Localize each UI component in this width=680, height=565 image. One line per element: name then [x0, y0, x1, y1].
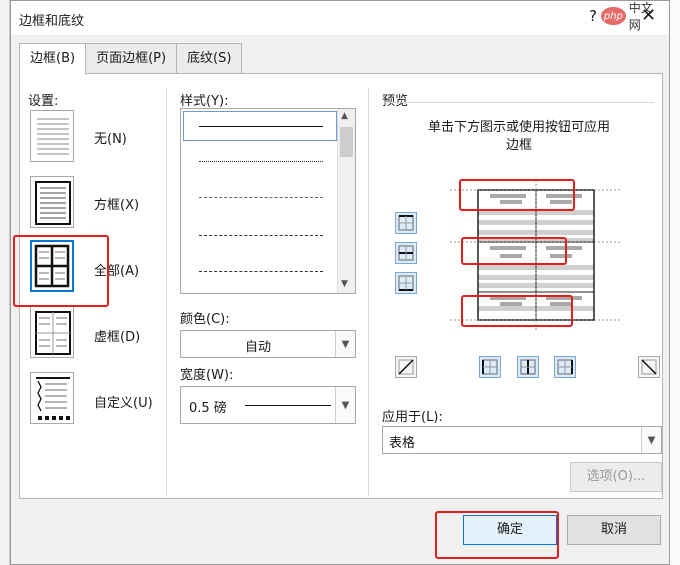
setting-grid-label[interactable]: 虚框(D): [94, 326, 140, 345]
line-style-solid[interactable]: [199, 126, 323, 127]
apply-to-label: 应用于(L):: [382, 410, 443, 425]
settings-label: 设置:: [28, 94, 59, 109]
diagonal-down-border-button[interactable]: [638, 356, 660, 378]
close-button[interactable]: ✕: [641, 5, 656, 26]
width-dropdown[interactable]: 0.5 磅 ▼: [180, 386, 356, 424]
left-border-button[interactable]: [479, 356, 501, 378]
color-value: 自动: [245, 340, 272, 355]
setting-none-icon[interactable]: [30, 110, 74, 162]
apply-to-value: 表格: [389, 436, 416, 451]
setting-custom-icon[interactable]: [30, 372, 74, 424]
setting-box-icon[interactable]: [30, 176, 74, 228]
separator-right: [368, 88, 369, 496]
chevron-down-icon[interactable]: ▼: [335, 387, 355, 423]
color-dropdown[interactable]: 自动 ▼: [180, 330, 356, 358]
width-label: 宽度(W):: [180, 368, 234, 383]
style-label: 样式(Y):: [180, 94, 229, 109]
ok-button[interactable]: 确定: [463, 515, 557, 545]
tab-strip: 边框(B) 页面边框(P) 底纹(S): [19, 43, 243, 74]
apply-to-dropdown[interactable]: 表格 ▼: [382, 426, 662, 454]
style-list-scrollbar[interactable]: ▲ ▼: [337, 109, 355, 293]
right-border-button[interactable]: [554, 356, 576, 378]
options-button[interactable]: 选项(O)...: [570, 462, 662, 492]
help-button[interactable]: ?: [589, 7, 597, 25]
borders-shading-dialog: 边框和底纹 ? php 中文网 ✕ 边框(B) 页面边框(P) 底纹(S) 设置…: [10, 0, 670, 565]
dialog-title: 边框和底纹: [19, 14, 85, 29]
scroll-thumb[interactable]: [340, 127, 353, 157]
bottom-border-button[interactable]: [395, 272, 417, 294]
cancel-button[interactable]: 取消: [567, 515, 661, 545]
width-value: 0.5 磅: [189, 401, 227, 416]
title-bar: 边框和底纹 ? php 中文网 ✕: [11, 1, 669, 35]
setting-box-label[interactable]: 方框(X): [94, 194, 139, 213]
color-label: 颜色(C):: [180, 312, 230, 327]
line-style-list[interactable]: ▲ ▼: [180, 108, 356, 294]
top-border-button[interactable]: [395, 212, 417, 234]
preview-header-line: [384, 102, 654, 103]
line-style-dashed[interactable]: [199, 235, 323, 236]
setting-grid-icon[interactable]: [30, 306, 74, 358]
line-style-dash-dot[interactable]: [199, 271, 323, 272]
inside-horizontal-border-button[interactable]: [395, 242, 417, 264]
preview-label: 预览: [382, 94, 409, 109]
chevron-down-icon[interactable]: ▼: [641, 427, 661, 453]
scroll-up-icon[interactable]: ▲: [341, 111, 348, 121]
separator-left: [166, 88, 167, 496]
tab-borders[interactable]: 边框(B): [19, 43, 87, 74]
watermark-php: php: [601, 7, 626, 25]
line-style-dotted[interactable]: [199, 161, 323, 162]
chevron-down-icon[interactable]: ▼: [335, 331, 355, 357]
tab-page-border[interactable]: 页面边框(P): [85, 43, 178, 73]
diagonal-up-border-button[interactable]: [395, 356, 417, 378]
scroll-down-icon[interactable]: ▼: [341, 279, 348, 289]
borders-tab-panel: 设置: 无(N) 方框(X) 全部(A) 虚框(D) 自定义(U) 样式(Y):…: [19, 73, 663, 499]
tab-shading[interactable]: 底纹(S): [176, 43, 243, 73]
preview-hint-line2: 边框: [505, 138, 532, 153]
preview-hint-line1: 单击下方图示或使用按钮可应用: [427, 120, 610, 135]
setting-none-label[interactable]: 无(N): [94, 128, 127, 147]
setting-all-label[interactable]: 全部(A): [94, 260, 139, 279]
setting-custom-label[interactable]: 自定义(U): [94, 392, 153, 411]
setting-all-icon[interactable]: [30, 240, 74, 292]
width-sample-line: [245, 405, 331, 406]
background-window-left: [0, 0, 10, 565]
inside-vertical-border-button[interactable]: [517, 356, 539, 378]
line-style-fine-dash[interactable]: [199, 197, 323, 198]
